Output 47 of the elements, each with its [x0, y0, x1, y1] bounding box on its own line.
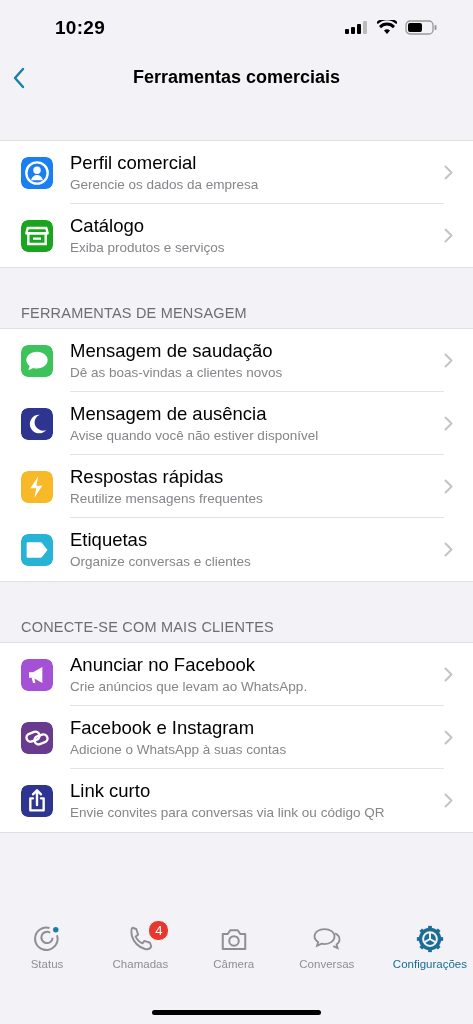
- section-header: CONECTE-SE COM MAIS CLIENTES: [20, 618, 275, 637]
- battery-icon: [405, 20, 437, 35]
- list-row[interactable]: Anunciar no Facebook Crie anúncios que levam ao WhatsApp.: [0, 643, 473, 706]
- list-row[interactable]: Mensagem de ausência Avise quando você não estiver disponível: [0, 392, 473, 455]
- row-title: Respostas rápidas: [70, 465, 225, 488]
- chevron-icon: [444, 542, 453, 557]
- row-subtitle: Reutilize mensagens frequentes: [70, 490, 264, 507]
- chevron-icon: [444, 730, 453, 745]
- chevron-icon: [444, 353, 453, 368]
- chevron-icon: [444, 479, 453, 494]
- chevron-icon: [444, 228, 453, 243]
- settings-icon: [414, 924, 445, 954]
- row-subtitle: Adicione o WhatsApp à suas contas: [70, 741, 288, 758]
- row-title: Etiquetas: [70, 529, 149, 551]
- row-title: Catálogo: [70, 215, 146, 237]
- clock: 10:29: [55, 16, 106, 39]
- row-title: Link curto: [70, 780, 152, 802]
- list-row[interactable]: Perfil comercial Gerencie os dados da empresa: [0, 141, 473, 204]
- list-row[interactable]: Link curto Envie convites para conversas via link ou código QR: [0, 769, 473, 832]
- row-title: Mensagem de ausência: [70, 402, 268, 425]
- row-subtitle: Exiba produtos e serviços: [70, 240, 226, 256]
- section-header: FERRAMENTAS DE MENSAGEM: [20, 304, 248, 323]
- list-row[interactable]: Etiquetas Organize conversas e clientes: [0, 518, 473, 581]
- row-title: Facebook e Instagram: [70, 716, 256, 739]
- row-subtitle: Dê as boas-vindas a clientes novos: [70, 364, 284, 381]
- list-row[interactable]: Facebook e Instagram Adicione o WhatsApp à suas contas: [0, 706, 473, 769]
- page-title: Ferramentas comerciais: [132, 67, 341, 88]
- wifi-icon: [377, 20, 397, 35]
- list-row[interactable]: Mensagem de saudação Dê as boas-vindas a clientes novos: [0, 329, 473, 392]
- list-row[interactable]: Catálogo Exiba produtos e serviços: [0, 204, 473, 267]
- row-title: Mensagem de saudação: [70, 339, 274, 362]
- signal-icon: [345, 20, 369, 35]
- chevron-icon: [444, 416, 453, 431]
- list-row[interactable]: Respostas rápidas Reutilize mensagens frequentes: [0, 455, 473, 518]
- row-subtitle: Organize conversas e clientes: [70, 554, 252, 570]
- row-title: Perfil comercial: [70, 151, 198, 174]
- chevron-icon: [444, 667, 453, 682]
- badge: 4: [148, 920, 170, 941]
- chevron-icon: [444, 165, 453, 180]
- status-icon: [32, 924, 62, 954]
- chevron-icon: [444, 793, 453, 808]
- row-subtitle: Crie anúncios que levam ao WhatsApp.: [70, 678, 309, 695]
- row-subtitle: Avise quando você não estiver disponível: [70, 427, 320, 444]
- row-subtitle: Envie convites para conversas via link ou código QR: [70, 805, 386, 821]
- tab[interactable]: Configurações: [392, 924, 467, 970]
- row-subtitle: Gerencie os dados da empresa: [70, 176, 260, 193]
- row-title: Anunciar no Facebook: [70, 653, 257, 676]
